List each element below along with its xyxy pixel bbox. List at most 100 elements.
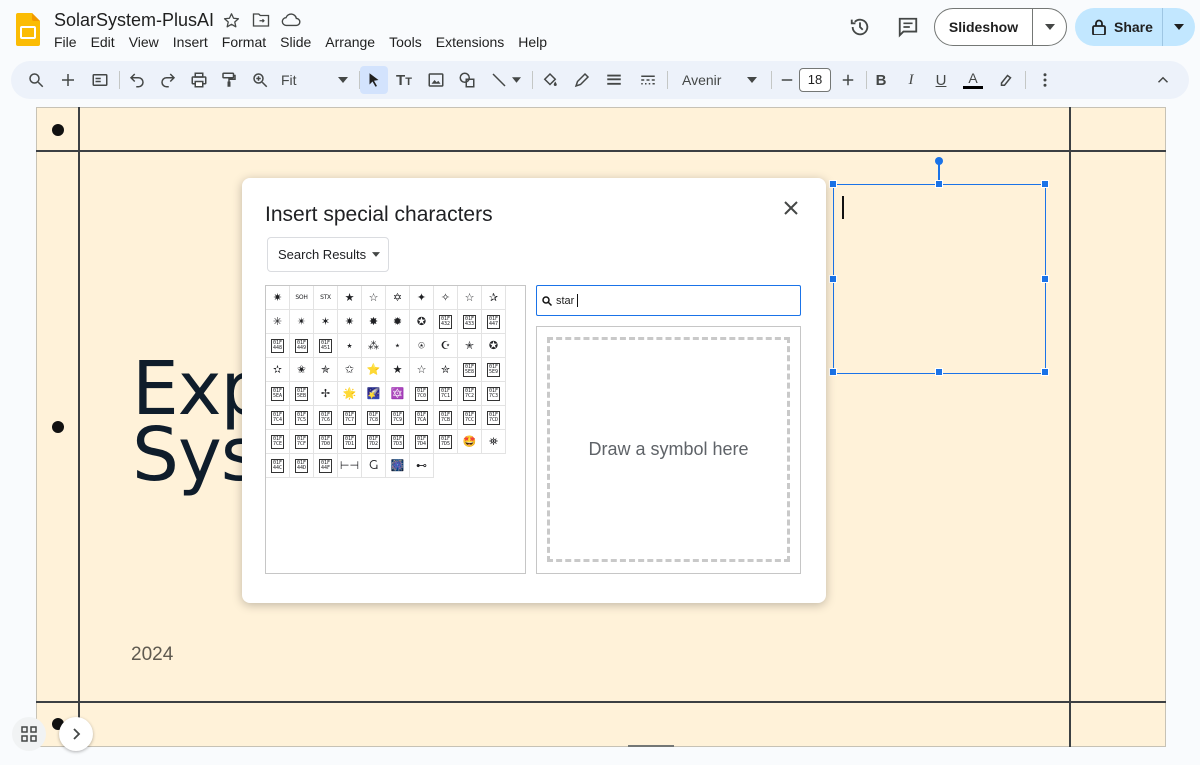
character-cell[interactable]: 01F 5EA (266, 382, 290, 406)
character-cell[interactable]: 01F 432 (434, 310, 458, 334)
menu-format[interactable]: Format (222, 34, 273, 50)
new-slide-icon[interactable] (56, 68, 80, 92)
version-history-icon[interactable] (847, 14, 873, 40)
character-cell[interactable]: 01F 448 (266, 334, 290, 358)
character-cell[interactable]: 01F 7C1 (434, 382, 458, 406)
star-icon[interactable] (221, 10, 241, 30)
resize-handle[interactable] (935, 180, 943, 188)
font-family-dropdown-icon[interactable] (740, 68, 764, 92)
character-cell[interactable]: 01F 5E9 (482, 358, 506, 382)
character-cell[interactable]: ☆ (458, 286, 482, 310)
zoom-icon[interactable] (248, 68, 272, 92)
increase-font-size-icon[interactable] (836, 68, 860, 92)
zoom-value[interactable]: Fit (281, 72, 297, 88)
character-cell[interactable]: 01F 7C8 (362, 406, 386, 430)
character-cell[interactable]: ✪ (482, 334, 506, 358)
character-cell[interactable]: 01F 7CD (482, 406, 506, 430)
resize-handle[interactable] (829, 180, 837, 188)
speaker-notes-handle[interactable] (628, 745, 674, 747)
shape-icon[interactable] (455, 68, 479, 92)
draw-symbol-area[interactable]: Draw a symbol here (536, 326, 801, 574)
character-cell[interactable]: 🤩 (458, 430, 482, 454)
character-cell[interactable]: 🌠 (362, 382, 386, 406)
character-cell[interactable]: ⁂ (362, 334, 386, 358)
character-cell[interactable]: ⊷ (410, 454, 434, 478)
underline-button[interactable]: U (929, 68, 953, 92)
character-cell[interactable]: 01F 7CF (290, 430, 314, 454)
text-box-icon[interactable]: TT (392, 68, 416, 92)
character-cell[interactable]: ✬ (290, 358, 314, 382)
share-dropdown-icon[interactable] (1163, 24, 1195, 30)
character-cell[interactable]: ✳ (266, 310, 290, 334)
character-cell[interactable]: ٭ (338, 334, 362, 358)
character-cell[interactable]: 01F 7C4 (266, 406, 290, 430)
menu-insert[interactable]: Insert (173, 34, 215, 50)
slideshow-button[interactable]: Slideshow (934, 8, 1067, 46)
character-cell[interactable]: 01F 7D4 (410, 430, 434, 454)
menu-tools[interactable]: Tools (389, 34, 429, 50)
select-cursor-icon[interactable] (360, 66, 388, 94)
layout-icon[interactable] (88, 68, 112, 92)
cloud-saved-icon[interactable] (281, 10, 301, 30)
character-cell[interactable]: ✷ (266, 286, 290, 310)
character-cell[interactable]: ✴ (290, 310, 314, 334)
character-cell[interactable]: 01F 433 (458, 310, 482, 334)
paint-format-icon[interactable] (217, 68, 241, 92)
character-cell[interactable]: ✹ (386, 310, 410, 334)
border-color-icon[interactable] (570, 68, 594, 92)
character-cell[interactable]: 01F 44D (290, 454, 314, 478)
character-cell[interactable]: ⊢⊣ (338, 454, 362, 478)
character-cell[interactable]: ☪ (434, 334, 458, 358)
draw-symbol-canvas[interactable]: Draw a symbol here (547, 337, 790, 562)
character-cell[interactable]: 01F 7D5 (434, 430, 458, 454)
category-dropdown[interactable]: Search Results (267, 237, 389, 272)
character-cell[interactable]: ✯ (314, 358, 338, 382)
character-cell[interactable]: 01F 44C (266, 454, 290, 478)
character-cell[interactable]: 🔯 (386, 382, 410, 406)
character-cell[interactable]: ★ (386, 358, 410, 382)
slideshow-dropdown-icon[interactable] (1033, 24, 1066, 30)
text-color-button[interactable]: A (961, 68, 985, 92)
search-menus-icon[interactable] (24, 68, 48, 92)
menu-edit[interactable]: Edit (91, 34, 122, 50)
character-cell[interactable]: ✢ (314, 382, 338, 406)
share-button[interactable]: Share (1075, 8, 1195, 46)
comments-icon[interactable] (895, 14, 921, 40)
decrease-font-size-icon[interactable] (775, 68, 799, 92)
resize-handle[interactable] (1041, 180, 1049, 188)
slide-year[interactable]: 2024 (131, 644, 173, 666)
character-cell[interactable]: 01F 7CE (266, 430, 290, 454)
character-cell[interactable]: 01F 44F (314, 454, 338, 478)
font-family-select[interactable]: Avenir (682, 72, 721, 88)
character-search-input[interactable]: star (536, 285, 801, 316)
resize-handle[interactable] (829, 368, 837, 376)
character-cell[interactable]: ✮ (434, 358, 458, 382)
menu-arrange[interactable]: Arrange (325, 34, 382, 50)
character-cell[interactable]: ✩ (338, 358, 362, 382)
character-cell[interactable]: ✶ (314, 310, 338, 334)
character-cell[interactable]: 🌟 (338, 382, 362, 406)
font-size-input[interactable]: 18 (799, 68, 831, 92)
character-cell[interactable]: 01F 7CC (458, 406, 482, 430)
redo-icon[interactable] (156, 68, 180, 92)
slides-logo-icon[interactable] (16, 13, 40, 46)
menu-help[interactable]: Help (518, 34, 554, 50)
show-filmstrip-button[interactable] (59, 717, 93, 751)
fill-color-icon[interactable] (538, 68, 562, 92)
border-weight-icon[interactable] (602, 68, 626, 92)
highlight-color-icon[interactable] (994, 68, 1018, 92)
character-cell[interactable]: 01F 7C3 (482, 382, 506, 406)
character-cell[interactable]: 01F 7CA (410, 406, 434, 430)
character-cell[interactable]: ✪ (410, 310, 434, 334)
close-icon[interactable] (779, 196, 803, 220)
character-cell[interactable]: ★ (338, 286, 362, 310)
character-cell[interactable]: 01F 7C5 (290, 406, 314, 430)
character-cell[interactable]: ☆ (410, 358, 434, 382)
collapse-toolbar-icon[interactable] (1151, 68, 1175, 92)
character-cell[interactable]: ✰ (482, 286, 506, 310)
character-cell[interactable]: 01F 7D0 (314, 430, 338, 454)
character-cell[interactable]: 01F 447 (482, 310, 506, 334)
character-cell[interactable]: ✧ (434, 286, 458, 310)
insert-image-icon[interactable] (424, 68, 448, 92)
character-cell[interactable]: ✫ (266, 358, 290, 382)
